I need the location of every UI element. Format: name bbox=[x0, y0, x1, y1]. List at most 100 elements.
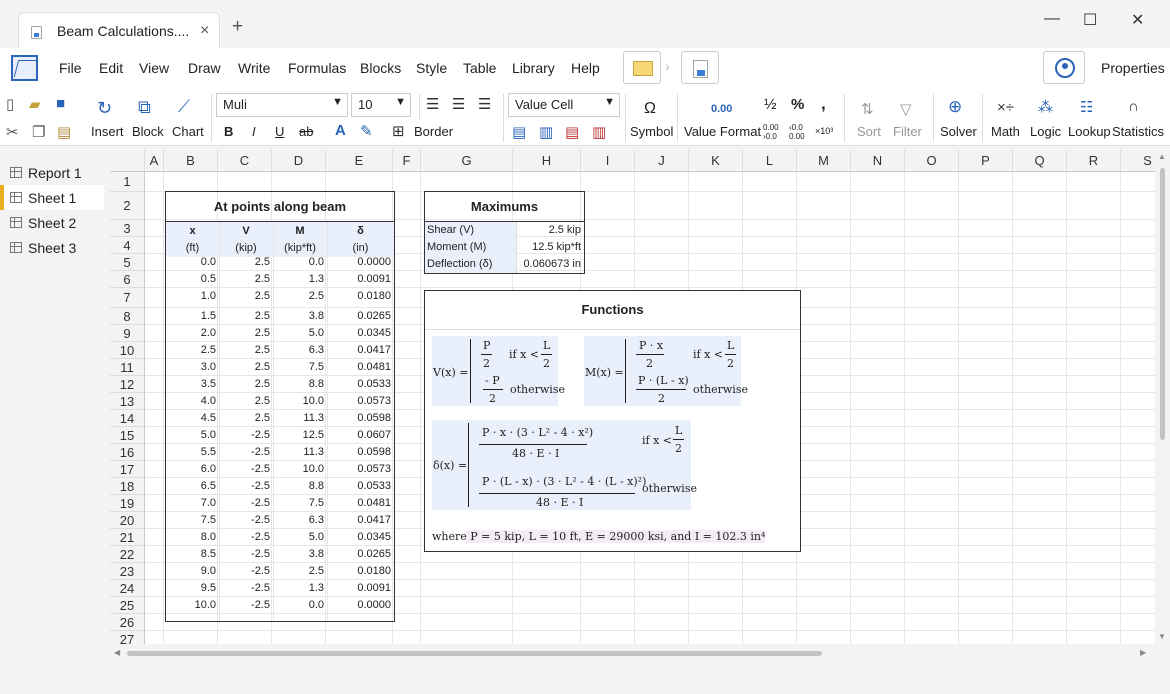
fraction-button[interactable]: ½ bbox=[764, 96, 777, 113]
row-header-2[interactable]: 2 bbox=[110, 192, 145, 220]
vertical-scroll-thumb[interactable] bbox=[1160, 168, 1165, 440]
column-header-N[interactable]: N bbox=[851, 150, 905, 172]
row-header-9[interactable]: 9 bbox=[110, 325, 145, 342]
column-header-M[interactable]: M bbox=[797, 150, 851, 172]
delete-row-icon[interactable]: ▤ bbox=[565, 123, 579, 141]
column-header-Q[interactable]: Q bbox=[1013, 150, 1067, 172]
row-header-24[interactable]: 24 bbox=[110, 580, 145, 597]
row-header-1[interactable]: 1 bbox=[110, 172, 145, 192]
decrease-decimals-button[interactable]: ‹0.0 0.00 bbox=[789, 123, 811, 141]
symbol-button[interactable]: Symbol bbox=[630, 124, 673, 139]
new-file-icon[interactable]: ▯ bbox=[6, 95, 14, 113]
align-center-icon[interactable]: ☰ bbox=[452, 95, 465, 113]
value-format-button[interactable]: Value Format bbox=[684, 124, 761, 139]
column-header-L[interactable]: L bbox=[743, 150, 797, 172]
column-header-R[interactable]: R bbox=[1067, 150, 1121, 172]
column-header-B[interactable]: B bbox=[164, 150, 218, 172]
align-left-icon[interactable]: ☰ bbox=[426, 95, 439, 113]
column-header-E[interactable]: E bbox=[326, 150, 393, 172]
delete-column-icon[interactable]: ▥ bbox=[592, 123, 606, 141]
row-header-10[interactable]: 10 bbox=[110, 342, 145, 359]
maximize-button[interactable]: ☐ bbox=[1083, 10, 1097, 30]
insert-row-above-icon[interactable]: ▤ bbox=[512, 123, 526, 141]
sheet-tab-sheet-2[interactable]: Sheet 2 bbox=[0, 210, 104, 235]
column-header-I[interactable]: I bbox=[581, 150, 635, 172]
block-button[interactable]: Block bbox=[132, 124, 164, 139]
horizontal-scroll-thumb[interactable] bbox=[127, 651, 822, 656]
open-folder-button[interactable] bbox=[623, 51, 661, 84]
column-header-F[interactable]: F bbox=[393, 150, 421, 172]
logic-button[interactable]: Logic bbox=[1030, 124, 1061, 139]
sheet-tab-report-1[interactable]: Report 1 bbox=[0, 160, 104, 185]
row-header-18[interactable]: 18 bbox=[110, 478, 145, 495]
current-document-button[interactable] bbox=[681, 51, 719, 84]
vertical-scrollbar[interactable]: ▲ ▼ bbox=[1155, 150, 1170, 644]
menu-help[interactable]: Help bbox=[571, 60, 600, 76]
column-header-J[interactable]: J bbox=[635, 150, 689, 172]
menu-formulas[interactable]: Formulas bbox=[288, 60, 346, 76]
scroll-up-icon[interactable]: ▲ bbox=[1158, 152, 1166, 161]
save-icon[interactable]: ■ bbox=[56, 95, 65, 112]
paste-icon[interactable]: ▤ bbox=[57, 123, 71, 141]
increase-decimals-button[interactable]: 0.00 ›0.0 bbox=[763, 123, 785, 141]
column-header-D[interactable]: D bbox=[272, 150, 326, 172]
properties-button[interactable]: Properties bbox=[1101, 60, 1165, 76]
menu-view[interactable]: View bbox=[139, 60, 169, 76]
app-logo-icon[interactable] bbox=[11, 55, 38, 81]
cell-type-select[interactable]: Value Cell ▼ bbox=[508, 93, 620, 117]
row-header-12[interactable]: 12 bbox=[110, 376, 145, 393]
sort-button[interactable]: Sort bbox=[857, 124, 881, 139]
close-tab-icon[interactable]: × bbox=[200, 22, 209, 40]
fill-color-icon[interactable]: ✎ bbox=[360, 122, 373, 140]
menu-library[interactable]: Library bbox=[512, 60, 555, 76]
column-header-H[interactable]: H bbox=[513, 150, 581, 172]
user-account-button[interactable] bbox=[1043, 51, 1085, 84]
scientific-notation-button[interactable]: ×10³ bbox=[815, 126, 833, 136]
copy-icon[interactable]: ❐ bbox=[32, 123, 45, 141]
font-size-select[interactable]: 10 ▼ bbox=[351, 93, 411, 117]
open-file-icon[interactable]: ▰ bbox=[29, 95, 41, 113]
border-button[interactable]: Border bbox=[414, 124, 453, 139]
math-button[interactable]: Math bbox=[991, 124, 1020, 139]
minimize-button[interactable]: — bbox=[1044, 10, 1060, 28]
row-header-21[interactable]: 21 bbox=[110, 529, 145, 546]
grid-corner[interactable] bbox=[110, 150, 145, 172]
menu-file[interactable]: File bbox=[59, 60, 82, 76]
menu-blocks[interactable]: Blocks bbox=[360, 60, 401, 76]
row-header-20[interactable]: 20 bbox=[110, 512, 145, 529]
bold-button[interactable]: B bbox=[224, 124, 233, 139]
thousands-separator-button[interactable]: , bbox=[821, 94, 826, 114]
row-header-7[interactable]: 7 bbox=[110, 288, 145, 308]
column-header-K[interactable]: K bbox=[689, 150, 743, 172]
font-family-select[interactable]: Muli ▼ bbox=[216, 93, 348, 117]
row-header-25[interactable]: 25 bbox=[110, 597, 145, 614]
menu-style[interactable]: Style bbox=[416, 60, 447, 76]
insert-button[interactable]: Insert bbox=[91, 124, 124, 139]
sheet-tab-sheet-1[interactable]: Sheet 1 bbox=[0, 185, 104, 210]
solver-button[interactable]: Solver bbox=[940, 124, 977, 139]
row-header-6[interactable]: 6 bbox=[110, 271, 145, 288]
row-header-19[interactable]: 19 bbox=[110, 495, 145, 512]
row-header-4[interactable]: 4 bbox=[110, 237, 145, 254]
row-header-27[interactable]: 27 bbox=[110, 631, 145, 644]
row-header-16[interactable]: 16 bbox=[110, 444, 145, 461]
insert-column-icon[interactable]: ▥ bbox=[539, 123, 553, 141]
row-header-26[interactable]: 26 bbox=[110, 614, 145, 631]
sheet-tab-sheet-3[interactable]: Sheet 3 bbox=[0, 235, 104, 260]
filter-button[interactable]: Filter bbox=[893, 124, 922, 139]
column-header-G[interactable]: G bbox=[421, 150, 513, 172]
row-header-15[interactable]: 15 bbox=[110, 427, 145, 444]
scroll-left-icon[interactable]: ◀ bbox=[114, 648, 120, 657]
underline-button[interactable]: U bbox=[275, 124, 284, 139]
column-header-C[interactable]: C bbox=[218, 150, 272, 172]
column-header-A[interactable]: A bbox=[145, 150, 164, 172]
scroll-down-icon[interactable]: ▼ bbox=[1158, 632, 1166, 641]
horizontal-scrollbar[interactable]: ◀ ▶ bbox=[110, 644, 1155, 662]
scroll-right-icon[interactable]: ▶ bbox=[1140, 648, 1146, 657]
column-header-P[interactable]: P bbox=[959, 150, 1013, 172]
spreadsheet-grid[interactable]: ABCDEFGHIJKLMNOPQRS 1 2 3 4 5 6 7 8 9 10 11 12 13 14 1… bbox=[110, 150, 1155, 644]
column-header-O[interactable]: O bbox=[905, 150, 959, 172]
row-header-14[interactable]: 14 bbox=[110, 410, 145, 427]
lookup-button[interactable]: Lookup bbox=[1068, 124, 1111, 139]
document-tab[interactable]: Beam Calculations.... × bbox=[18, 12, 220, 48]
